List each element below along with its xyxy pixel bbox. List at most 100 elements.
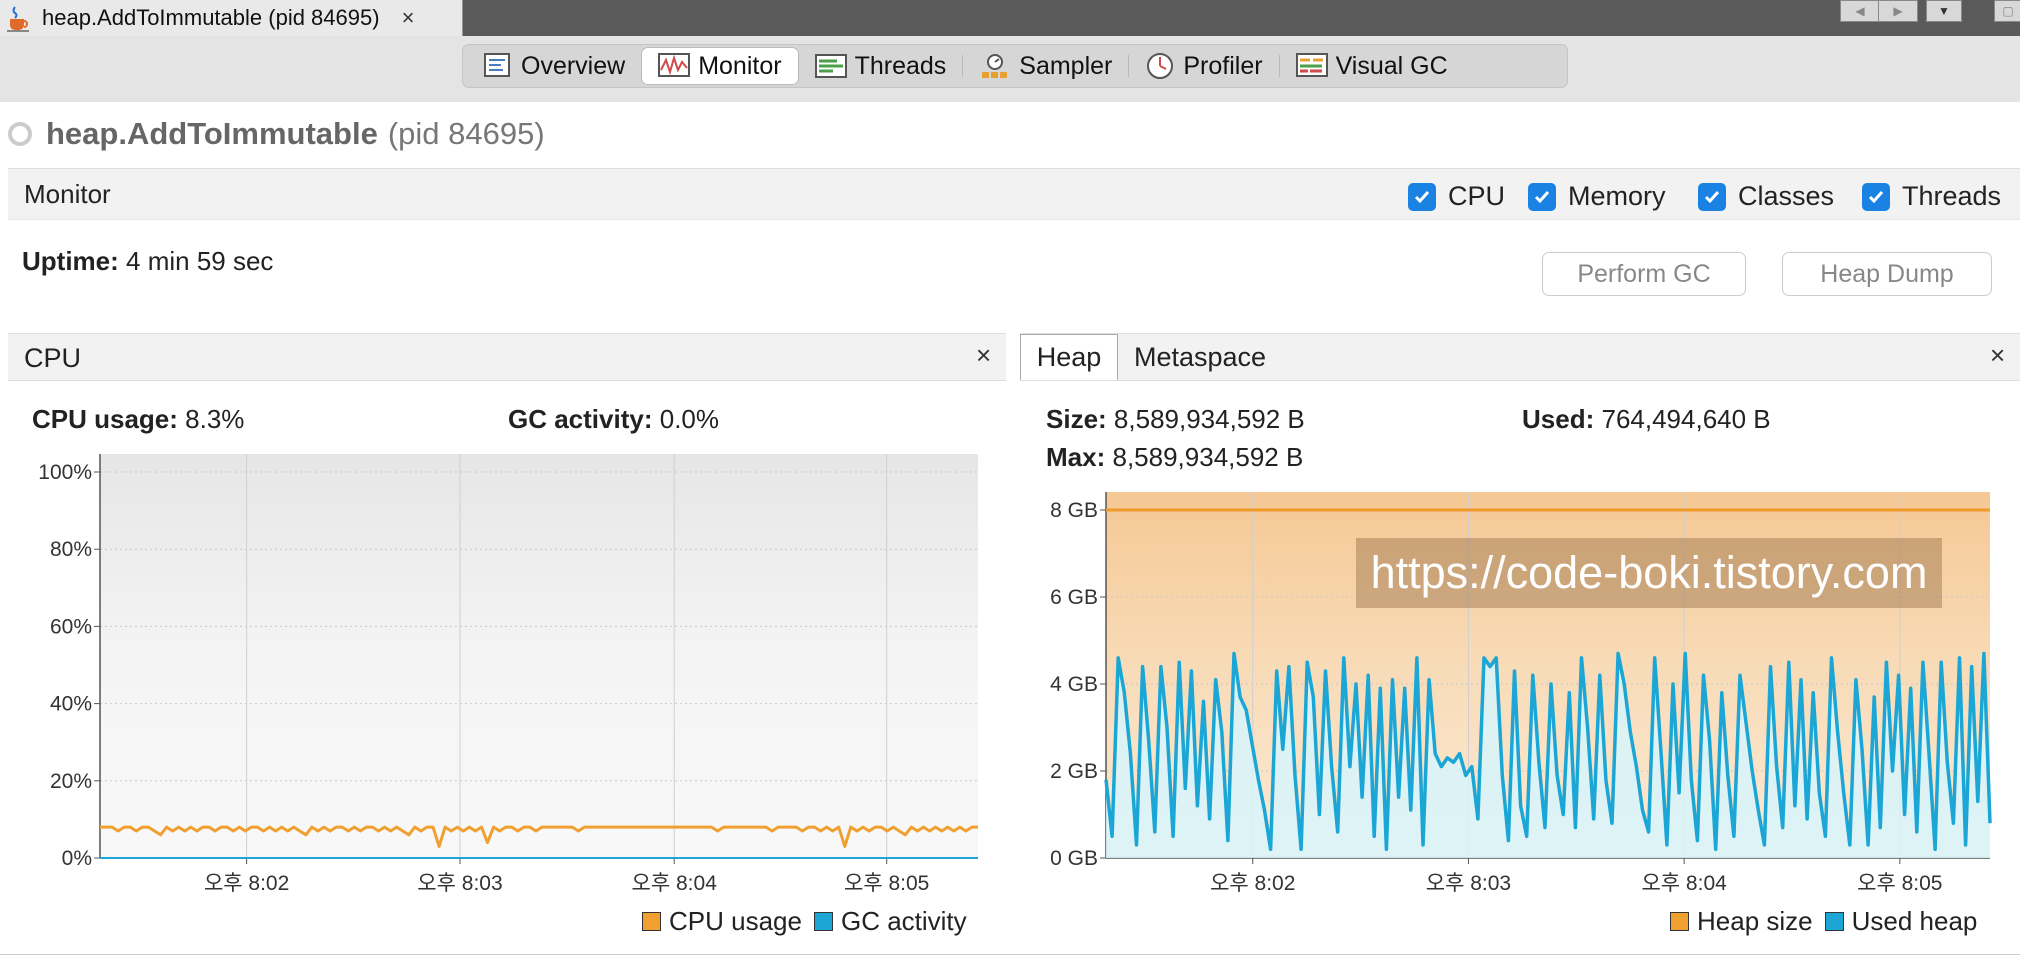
threads-checkbox[interactable]: Threads [1862,181,2001,212]
overview-icon [484,53,510,77]
heap-size-stat: Size: 8,589,934,592 B [1046,404,1305,435]
tab-heap[interactable]: Heap [1020,334,1118,380]
y-tick-label: 6 GB [1050,586,1098,609]
scroll-right-button[interactable]: ▶ [1878,0,1918,22]
x-tick-label: 오후 8:03 [417,872,502,895]
cpu-usage-legend-label: CPU usage [669,906,802,936]
monitor-title: Monitor [24,179,111,209]
tab-profiler[interactable]: Profiler [1129,48,1278,84]
heap-dump-button[interactable]: Heap Dump [1782,252,1992,296]
heap-used-label: Used: [1522,404,1595,434]
perform-gc-button[interactable]: Perform GC [1542,252,1746,296]
y-tick-label: 60% [50,615,92,638]
gc-activity-legend-label: GC activity [840,906,967,936]
gc-activity-label: GC activity: [508,404,653,434]
y-tick-label: 0 GB [1050,847,1098,870]
x-tick-label: 오후 8:05 [844,872,929,895]
heap-used-stat: Used: 764,494,640 B [1522,404,1771,435]
heap-size-label: Size: [1046,404,1107,434]
uptime: Uptime: 4 min 59 sec [22,246,273,277]
threads-icon [814,54,847,78]
y-tick-label: 8 GB [1050,499,1098,522]
document-tab[interactable]: heap.AddToImmutable (pid 84695) × [0,0,463,36]
profiler-icon [1147,53,1174,79]
visual-gc-icon [1295,53,1328,77]
y-tick-label: 20% [50,770,92,793]
threads-checkbox-label: Threads [1902,181,2002,211]
used-heap-legend-label: Used heap [1851,906,1978,936]
tab-overview-label: Overview [521,51,626,80]
heap-max-stat: Max: 8,589,934,592 B [1046,442,1303,473]
tab-threads-label: Threads [854,51,947,80]
y-tick-label: 2 GB [1050,760,1098,783]
cpu-usage-value: 8.3% [185,404,245,434]
heap-size-legend-swatch [1670,912,1689,931]
y-tick-label: 40% [50,693,92,716]
used-heap-legend-swatch [1824,912,1844,931]
gc-activity-stat: GC activity: 0.0% [508,404,719,435]
tab-overview[interactable]: Overview [467,48,641,84]
heap-size-legend-label: Heap size [1697,906,1813,936]
application-pid: (pid 84695) [387,116,545,151]
y-tick-label: 0% [62,847,92,870]
window-restore-button[interactable]: ▢ [1994,0,2020,22]
heap-size-value: 8,589,934,592 B [1113,404,1305,434]
checkmark-icon [1862,182,1890,211]
close-tab-icon[interactable]: × [402,5,415,31]
cpu-chart-legend: CPU usage GC activity [630,906,967,937]
heap-max-label: Max: [1046,442,1106,472]
sampler-icon [982,54,1008,78]
x-tick-label: 오후 8:02 [1210,872,1295,895]
application-status-icon [8,122,32,146]
checkmark-icon [1408,182,1436,211]
x-tick-label: 오후 8:04 [632,872,718,895]
watermark: https://code-boki.tistory.com [1356,538,1942,608]
y-tick-label: 80% [50,538,92,561]
heap-chart-legend: Heap size Used heap [1658,906,1977,937]
tab-sampler-label: Sampler [1019,51,1113,80]
tab-list-button[interactable]: ▼ [1926,0,1962,22]
close-cpu-panel-icon[interactable]: × [976,340,991,371]
tab-visual-gc[interactable]: Visual GC [1280,48,1464,84]
tab-sampler[interactable]: Sampler [963,48,1128,84]
application-header: heap.AddToImmutable (pid 84695) [8,114,545,154]
cpu-usage-label: CPU usage: [32,404,178,434]
x-tick-label: 오후 8:02 [204,872,289,895]
cpu-usage-legend-swatch [642,912,661,931]
monitor-icon [658,53,691,77]
close-heap-panel-icon[interactable]: × [1990,340,2005,371]
gc-activity-value: 0.0% [659,404,719,434]
document-tab-title: heap.AddToImmutable (pid 84695) [42,5,380,30]
heap-max-value: 8,589,934,592 B [1112,442,1304,472]
heap-used-value: 764,494,640 B [1601,404,1771,434]
java-cup-icon [7,6,29,32]
tab-threads[interactable]: Threads [799,48,963,84]
tab-metaspace[interactable]: Metaspace [1120,334,1280,380]
gc-activity-legend-swatch [813,912,833,931]
checkmark-icon [1698,182,1726,211]
memory-checkbox-label: Memory [1568,181,1666,211]
heap-panel-header: Heap Metaspace × [1020,333,2020,381]
x-tick-label: 오후 8:03 [1426,872,1511,895]
uptime-label: Uptime: [22,246,119,276]
classes-checkbox[interactable]: Classes [1698,181,1834,212]
scroll-left-button[interactable]: ◀ [1840,0,1880,22]
x-tick-label: 오후 8:04 [1641,872,1727,895]
tab-visual-gc-label: Visual GC [1335,51,1448,80]
uptime-value: 4 min 59 sec [126,246,274,276]
cpu-checkbox[interactable]: CPU [1408,181,1505,212]
y-tick-label: 4 GB [1050,673,1098,696]
y-tick-label: 100% [38,461,92,484]
tab-monitor[interactable]: Monitor [642,48,798,84]
classes-checkbox-label: Classes [1738,181,1835,211]
cpu-panel-title: CPU [24,343,82,373]
cpu-chart: 100% 80% 60% 40% 20% 0% 오후 8:02 오후 8:03 오후 8:04 오… [38,454,978,895]
cpu-checkbox-label: CPU [1448,181,1506,211]
tab-monitor-label: Monitor [698,51,782,80]
x-tick-label: 오후 8:05 [1857,872,1942,895]
memory-checkbox[interactable]: Memory [1528,181,1666,212]
checkmark-icon [1528,182,1556,211]
bottom-divider [0,954,2020,955]
view-switcher: Overview Monitor Threads Sampler Profile… [462,44,1568,88]
application-name: heap.AddToImmutable [46,116,378,151]
